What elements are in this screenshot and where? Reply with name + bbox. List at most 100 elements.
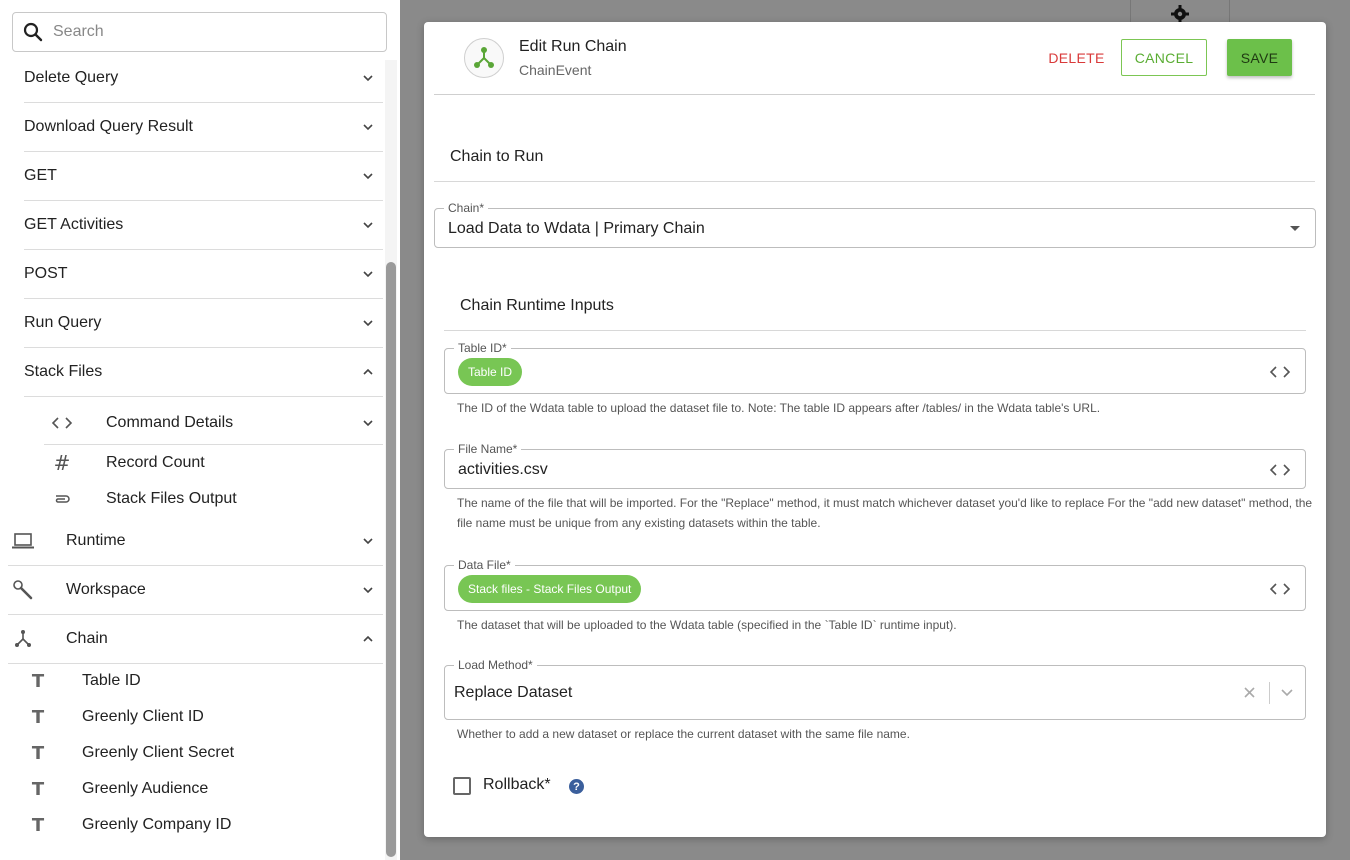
chevron-up-icon [363, 635, 373, 642]
file-name-help-line1: The name of the file that will be import… [457, 496, 1313, 510]
sidebar-chain-item-greenly-company-id[interactable]: T Greenly Company ID [24, 807, 383, 843]
delete-button[interactable]: DELETE [1034, 40, 1119, 76]
sidebar-item-label: POST [24, 265, 68, 282]
file-name-field[interactable]: File Name* activities.csv [444, 442, 1306, 489]
chevron-down-icon [363, 420, 373, 427]
load-method-label: Load Method* [454, 658, 537, 672]
file-name-label: File Name* [454, 442, 522, 456]
sidebar-section-runtime[interactable]: Runtime [8, 517, 383, 566]
wrench-icon [8, 579, 38, 601]
sidebar-item-get[interactable]: GET [24, 152, 383, 201]
code-icon[interactable] [1269, 365, 1291, 379]
sidebar-item-label: GET Activities [24, 216, 124, 233]
help-icon[interactable]: ? [569, 779, 584, 794]
edit-run-chain-modal: Edit Run Chain ChainEvent DELETE CANCEL … [424, 22, 1326, 837]
search-box[interactable] [12, 12, 387, 52]
sidebar-subitem-stack-files-output[interactable]: Stack Files Output [44, 481, 383, 517]
sidebar-item-label: Download Query Result [24, 118, 193, 135]
table-id-label: Table ID* [454, 341, 511, 355]
code-icon[interactable] [1269, 463, 1291, 477]
sidebar-chain-item-label: Table ID [82, 672, 141, 689]
sidebar-section-label: Chain [66, 630, 108, 647]
rollback-label: Rollback* [483, 776, 551, 793]
sidebar-item-label: Run Query [24, 314, 102, 331]
paperclip-icon [44, 492, 80, 506]
chevron-down-icon [363, 271, 373, 278]
sidebar-scrollbar-thumb[interactable] [386, 262, 396, 857]
sidebar-chain-item-label: Greenly Client Secret [82, 744, 235, 761]
data-file-label: Data File* [454, 558, 515, 572]
sidebar-item-get-activities[interactable]: GET Activities [24, 201, 383, 250]
text-type-icon: T [31, 706, 45, 728]
chevron-down-icon [363, 222, 373, 229]
sidebar-subitem-record-count[interactable]: # Record Count [44, 445, 383, 481]
section-divider [434, 181, 1315, 182]
sidebar-item-delete-query[interactable]: Delete Query [24, 54, 383, 103]
text-type-icon: T [31, 778, 45, 800]
chain-to-run-title: Chain to Run [450, 148, 544, 165]
sidebar-section-label: Runtime [66, 532, 126, 549]
sidebar: Delete Query Download Query Result GET G… [0, 0, 400, 860]
sidebar-section-chain[interactable]: Chain [8, 615, 383, 664]
data-file-chip[interactable]: Stack files - Stack Files Output [458, 575, 642, 603]
clear-icon[interactable] [1244, 687, 1255, 698]
data-file-field[interactable]: Data File* Stack files - Stack Files Out… [444, 558, 1306, 611]
sidebar-item-label: Delete Query [24, 69, 119, 86]
sidebar-chain-item-table-id[interactable]: T Table ID [24, 663, 383, 699]
load-method-help: Whether to add a new dataset or replace … [457, 727, 910, 741]
sidebar-subitem-command-details[interactable]: Command Details [44, 402, 383, 445]
chevron-up-icon [363, 368, 373, 375]
sidebar-item-post[interactable]: POST [24, 250, 383, 299]
chain-icon [8, 629, 38, 649]
file-name-help-line2: file name must be unique from any existi… [457, 516, 821, 530]
sidebar-chain-item-greenly-client-secret[interactable]: T Greenly Client Secret [24, 735, 383, 771]
table-id-chip[interactable]: Table ID [458, 358, 523, 386]
sidebar-chain-item-label: Greenly Client ID [82, 708, 204, 725]
sidebar-subitem-label: Stack Files Output [106, 490, 237, 507]
sidebar-section-workspace[interactable]: Workspace [8, 566, 383, 615]
modal-subtitle: ChainEvent [519, 62, 592, 78]
save-button[interactable]: SAVE [1227, 39, 1292, 76]
search-input[interactable] [53, 23, 373, 41]
cancel-button[interactable]: CANCEL [1121, 39, 1207, 76]
chevron-down-icon [363, 538, 373, 545]
chain-icon [464, 38, 504, 78]
sidebar-subitem-label: Command Details [106, 414, 234, 431]
sidebar-subitem-label: Record Count [106, 454, 205, 471]
table-id-help: The ID of the Wdata table to upload the … [457, 401, 1101, 415]
table-id-field[interactable]: Table ID* Table ID [444, 341, 1306, 394]
chevron-down-icon[interactable] [1280, 688, 1294, 697]
text-type-icon: T [31, 814, 45, 836]
file-name-value: activities.csv [458, 461, 548, 478]
sidebar-item-label: Stack Files [24, 363, 103, 380]
sidebar-chain-item-label: Greenly Audience [82, 780, 209, 797]
text-type-icon: T [31, 670, 45, 692]
chain-select-label: Chain* [444, 201, 489, 215]
sidebar-section-label: Workspace [66, 581, 146, 598]
sidebar-chain-item-label: Greenly Company ID [82, 816, 232, 833]
laptop-icon [8, 532, 38, 550]
chevron-down-icon [363, 124, 373, 131]
chevron-down-icon [363, 320, 373, 327]
sidebar-item-label: GET [24, 167, 57, 184]
load-method-value: Replace Dataset [454, 684, 573, 701]
sidebar-item-download-query-result[interactable]: Download Query Result [24, 103, 383, 152]
sidebar-chain-item-greenly-client-id[interactable]: T Greenly Client ID [24, 699, 383, 735]
modal-header: Edit Run Chain ChainEvent DELETE CANCEL … [434, 22, 1315, 95]
code-icon [44, 416, 80, 430]
gear-icon[interactable] [1170, 4, 1190, 24]
data-file-help: The dataset that will be uploaded to the… [457, 618, 957, 632]
hash-icon: # [53, 451, 71, 475]
dropdown-arrow-icon [1290, 226, 1300, 231]
modal-title: Edit Run Chain [519, 38, 627, 55]
text-type-icon: T [31, 742, 45, 764]
sidebar-item-stack-files[interactable]: Stack Files [24, 348, 383, 397]
chain-select[interactable]: Chain* Load Data to Wdata | Primary Chai… [434, 201, 1316, 248]
code-icon[interactable] [1269, 582, 1291, 596]
select-separator [1269, 682, 1270, 704]
sidebar-item-run-query[interactable]: Run Query [24, 299, 383, 348]
sidebar-chain-item-greenly-audience[interactable]: T Greenly Audience [24, 771, 383, 807]
load-method-select[interactable]: Load Method* Replace Dataset [444, 658, 1306, 720]
rollback-checkbox[interactable] [453, 777, 471, 795]
search-icon [23, 22, 43, 42]
